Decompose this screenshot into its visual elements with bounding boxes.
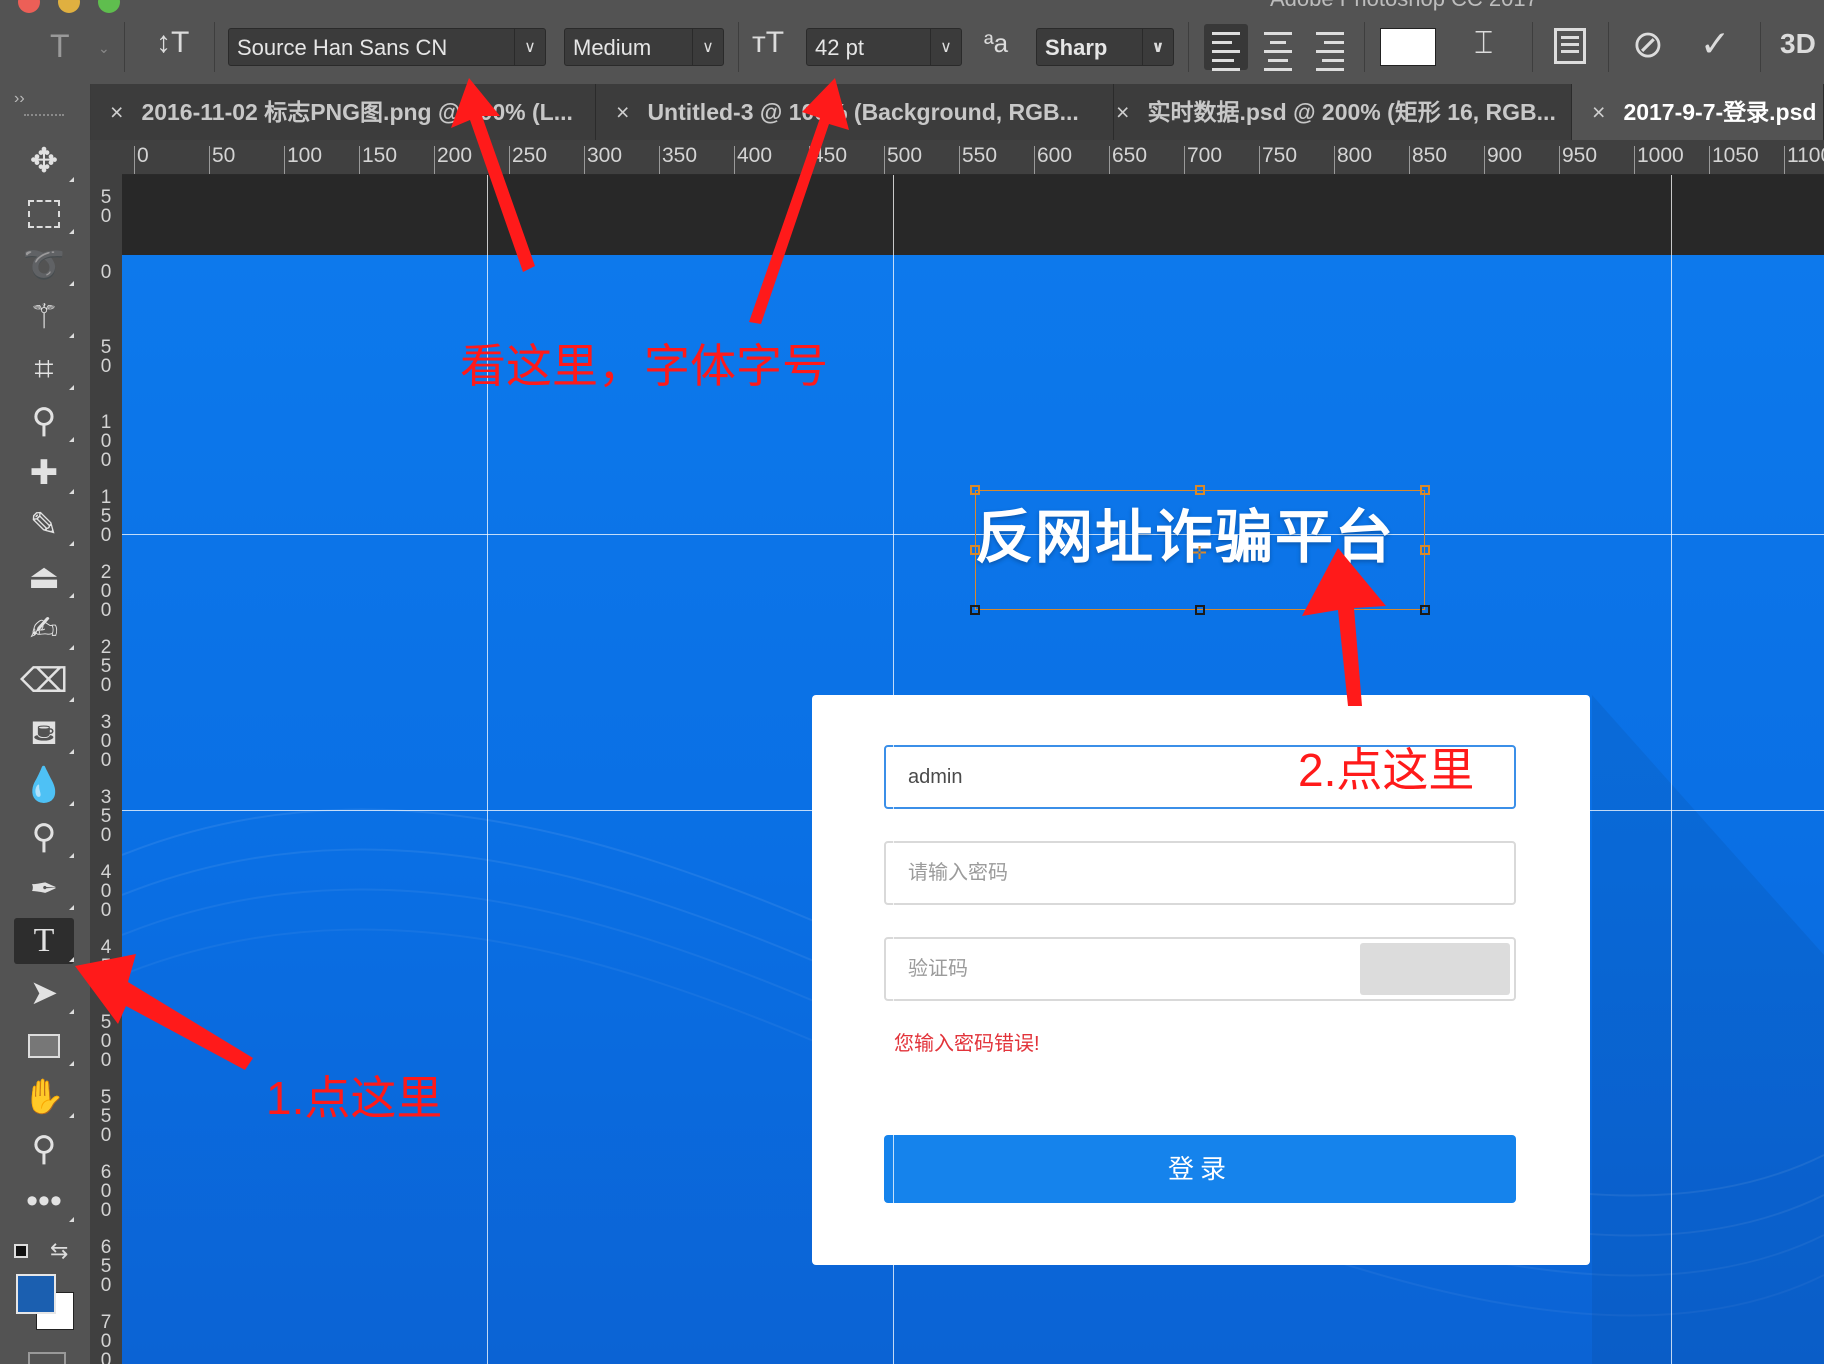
arrow-to-text-layer	[1302, 548, 1386, 706]
annotation-font-note: 看这里，字体字号	[460, 340, 828, 392]
annotation-step2: 2.点这里	[1298, 744, 1475, 796]
annotation-arrows	[75, 78, 1386, 1070]
arrow-to-font-family	[451, 78, 535, 272]
annotation-step1: 1.点这里	[266, 1072, 443, 1124]
arrow-to-type-tool	[75, 954, 253, 1070]
arrow-to-font-size	[749, 78, 849, 324]
